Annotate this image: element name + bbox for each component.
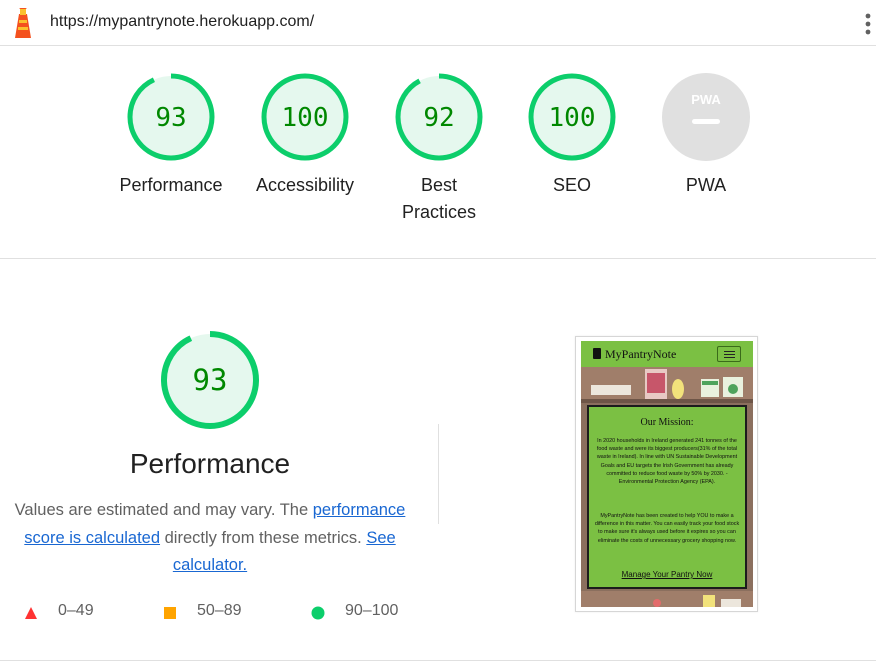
gauge-pwa[interactable]: PWA PWA xyxy=(636,72,776,199)
triangle-icon xyxy=(25,607,37,619)
gauge-label: Performance xyxy=(119,175,223,195)
page-url[interactable]: https://mypantrynote.herokuapp.com/ xyxy=(50,13,314,31)
score-gauge: 100 xyxy=(528,73,616,161)
score-gauge: 92 xyxy=(395,73,483,161)
gauge-label-line1: Best xyxy=(420,175,458,195)
section-divider xyxy=(0,258,876,259)
pwa-badge-text: PWA xyxy=(691,92,721,107)
score-value: 100 xyxy=(549,103,596,133)
gauge-label: SEO xyxy=(552,175,591,195)
performance-gauge-large: 93 xyxy=(161,331,259,429)
gauge-label-line2: Practices xyxy=(401,202,477,222)
gauge-seo[interactable]: 100 SEO xyxy=(502,72,642,199)
score-gauge: 93 xyxy=(127,73,215,161)
app-preview: MyPantryNote Our Mission: In 2020 househ… xyxy=(581,341,753,607)
pantry-shelf-bottom xyxy=(581,591,753,607)
gauge-best-practices[interactable]: 92 Best Practices xyxy=(369,72,509,226)
app-brand: MyPantryNote xyxy=(605,347,677,361)
section-divider-bottom xyxy=(0,660,876,661)
score-value: 100 xyxy=(282,103,329,133)
performance-title: Performance xyxy=(129,448,291,479)
hamburger-icon xyxy=(717,346,741,362)
shelf-edge xyxy=(581,399,753,403)
more-options-icon[interactable] xyxy=(862,12,874,36)
pwa-gauge: PWA xyxy=(662,73,750,161)
performance-score: 93 xyxy=(193,363,228,397)
lighthouse-icon xyxy=(15,8,31,38)
gauge-label: Accessibility xyxy=(255,175,355,195)
legend-range: 90–100 xyxy=(345,602,399,619)
gauge-accessibility[interactable]: 100 Accessibility xyxy=(235,72,375,199)
mission-heading: Our Mission: xyxy=(640,417,694,428)
pwa-dash-icon xyxy=(692,119,720,124)
mission-card: Our Mission: In 2020 households in Irela… xyxy=(587,405,747,589)
url-bar: https://mypantrynote.herokuapp.com/ xyxy=(0,0,876,46)
circle-icon xyxy=(311,606,325,620)
vertical-divider xyxy=(438,424,439,524)
mission-paragraph-2: MyPantryNote has been created to help YO… xyxy=(594,513,740,544)
mission-paragraph-1: In 2020 households in Ireland generated … xyxy=(596,438,738,486)
pantry-shelf-image xyxy=(581,367,753,403)
gauge-label: PWA xyxy=(685,175,727,195)
desc-text-1: Values are estimated and may vary. The xyxy=(14,501,313,519)
legend-range: 50–89 xyxy=(197,602,242,619)
app-navbar: MyPantryNote xyxy=(581,341,753,367)
square-icon xyxy=(164,607,176,619)
score-gauge: 100 xyxy=(261,73,349,161)
score-value: 93 xyxy=(155,103,186,133)
desc-text-2: directly from these metrics. xyxy=(160,528,367,547)
gauge-performance[interactable]: 93 Performance xyxy=(101,72,241,199)
manage-pantry-link: Manage Your Pantry Now xyxy=(621,570,713,579)
final-screenshot[interactable]: MyPantryNote Our Mission: In 2020 househ… xyxy=(575,336,758,612)
score-value: 92 xyxy=(423,103,454,133)
legend-range: 0–49 xyxy=(58,602,94,619)
notebook-icon xyxy=(593,348,601,359)
gauge-label: Best Practices xyxy=(369,172,509,226)
performance-description: Values are estimated and may vary. The p… xyxy=(10,497,410,580)
